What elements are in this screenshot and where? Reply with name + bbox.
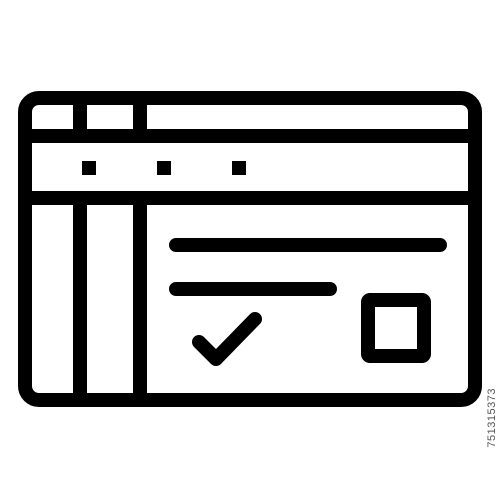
toolbar-dot-2	[157, 161, 171, 175]
watermark-id: 751315373	[486, 388, 498, 448]
toolbar-dot-3	[232, 161, 246, 175]
checkbox-square	[361, 293, 431, 363]
icon-canvas: 751315373	[0, 0, 500, 500]
checkmark-icon	[192, 312, 262, 366]
web-form-window-icon	[18, 91, 482, 407]
toolbar-dot-1	[82, 161, 96, 175]
